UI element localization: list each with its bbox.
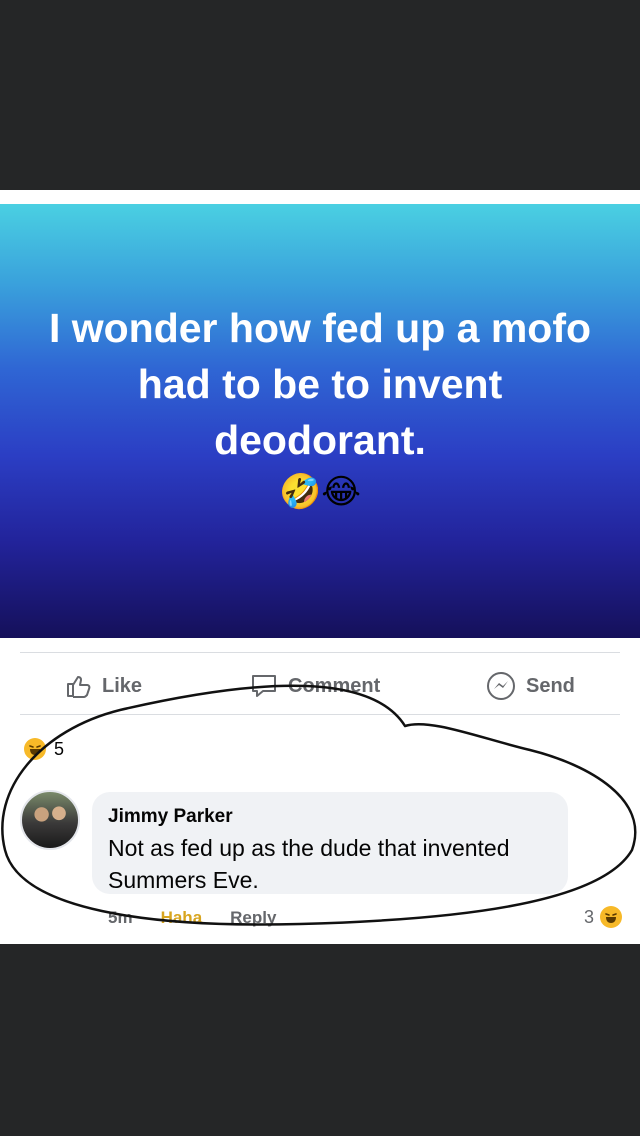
top-dark-bar [0,0,640,190]
hand-drawn-circle [1,684,637,926]
post-card: I wonder how fed up a mofo had to be to … [0,190,640,944]
bottom-dark-bar [0,944,640,1136]
